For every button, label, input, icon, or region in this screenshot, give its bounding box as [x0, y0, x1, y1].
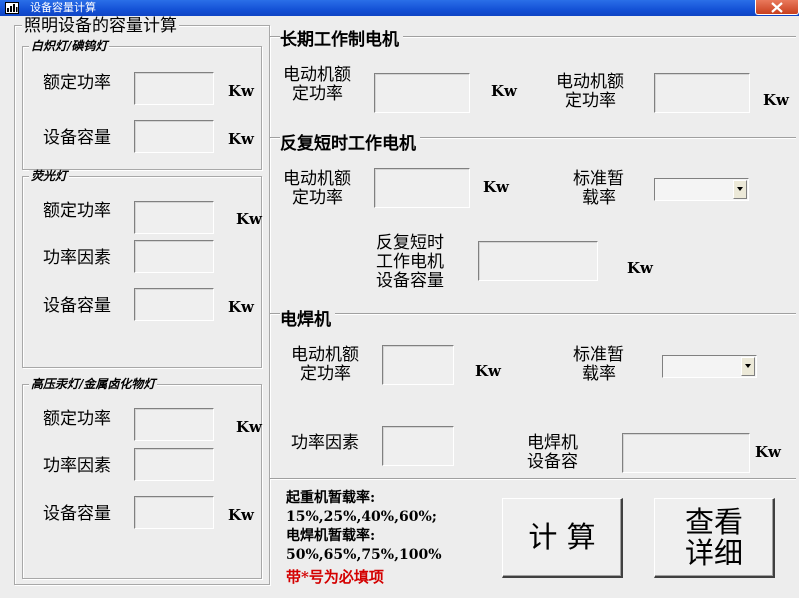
long-term-rated-power-2-input[interactable]: [654, 73, 750, 113]
repeated-duty-label-1: 标准暂: [573, 169, 624, 189]
section-divider-welder: [270, 313, 796, 315]
repeated-rated-power-label-2: 定功率: [292, 188, 343, 208]
fluorescent-group-title: 荧光灯: [29, 169, 70, 183]
welder-capacity-input[interactable]: [622, 433, 750, 473]
close-button[interactable]: [755, 0, 799, 15]
hid-rated-power-unit: Kw: [236, 418, 262, 436]
title-bar: 设备容量计算: [0, 0, 799, 16]
chevron-down-icon: [737, 187, 743, 191]
note-welder-duty-values: 50%,65%,75%,100%: [286, 547, 442, 563]
hid-power-factor-label: 功率因素: [43, 456, 111, 476]
welder-rated-power-unit: Kw: [475, 362, 501, 380]
repeated-rated-power-label-1: 电动机额: [283, 169, 351, 189]
incandescent-capacity-label: 设备容量: [43, 128, 111, 148]
long-term-motor-title: 长期工作制电机: [280, 25, 403, 50]
fluorescent-capacity-unit: Kw: [228, 298, 254, 316]
hid-capacity-input[interactable]: [134, 496, 214, 529]
fluorescent-rated-power-unit: Kw: [236, 210, 262, 228]
incandescent-rated-power-label: 额定功率: [43, 73, 111, 93]
welder-power-factor-label: 功率因素: [291, 433, 359, 453]
repeated-capacity-input[interactable]: [478, 241, 598, 281]
note-crane-duty-label: 起重机暂载率:: [286, 490, 376, 506]
long-term-rated-power-2-label-1: 电动机额: [556, 72, 624, 92]
hid-power-factor-input[interactable]: [134, 448, 214, 481]
calculate-button[interactable]: 计 算: [502, 498, 623, 578]
section-divider-notes: [270, 478, 796, 480]
fluorescent-rated-power-label: 额定功率: [43, 201, 111, 221]
long-term-rated-power-label-1: 电动机额: [283, 65, 351, 85]
welder-duty-label-2: 载率: [582, 364, 616, 384]
welder-rated-power-input[interactable]: [382, 345, 454, 385]
hid-capacity-label: 设备容量: [43, 504, 111, 524]
lighting-group-title: 照明设备的容量计算: [22, 16, 179, 36]
close-icon: [771, 2, 783, 13]
welder-capacity-label-2: 设备容: [527, 452, 578, 472]
repeated-duty-select[interactable]: [654, 178, 749, 201]
welder-rated-power-label-2: 定功率: [300, 364, 351, 384]
welder-duty-label-1: 标准暂: [573, 345, 624, 365]
repeated-rated-power-input[interactable]: [374, 168, 470, 208]
repeated-capacity-label-1: 反复短时: [376, 233, 444, 253]
welder-capacity-unit: Kw: [755, 443, 781, 461]
hid-rated-power-input[interactable]: [134, 408, 214, 441]
welder-rated-power-label-1: 电动机额: [291, 345, 359, 365]
view-details-button[interactable]: 查看 详细: [654, 498, 775, 578]
fluorescent-capacity-label: 设备容量: [43, 296, 111, 316]
welder-duty-dropdown-button[interactable]: [741, 357, 755, 376]
hid-lamp-group-title: 高压汞灯/金属卤化物灯: [29, 377, 158, 391]
long-term-rated-power-label-2: 定功率: [292, 84, 343, 104]
incandescent-capacity-unit: Kw: [228, 130, 254, 148]
hid-capacity-unit: Kw: [228, 506, 254, 524]
required-fields-note: 带*号为必填项: [286, 568, 384, 586]
window-client: 照明设备的容量计算 白炽灯/碘钨灯 额定功率 Kw 设备容量 Kw 荧光灯 额定…: [0, 16, 799, 598]
repeated-capacity-label-3: 设备容量: [376, 271, 444, 291]
window-title: 设备容量计算: [30, 1, 96, 14]
welder-duty-select[interactable]: [662, 355, 757, 378]
fluorescent-rated-power-input[interactable]: [134, 201, 214, 234]
incandescent-rated-power-unit: Kw: [228, 82, 254, 100]
fluorescent-power-factor-input[interactable]: [134, 240, 214, 273]
note-crane-duty-values: 15%,25%,40%,60%;: [286, 509, 437, 525]
repeated-duty-dropdown-button[interactable]: [733, 180, 747, 199]
welder-power-factor-input[interactable]: [382, 426, 454, 466]
repeated-rated-power-unit: Kw: [483, 178, 509, 196]
welder-capacity-label-1: 电焊机: [527, 433, 578, 453]
incandescent-rated-power-input[interactable]: [134, 72, 214, 105]
repeated-motor-title: 反复短时工作电机: [280, 129, 420, 154]
long-term-rated-power-unit: Kw: [491, 82, 517, 100]
chevron-down-icon: [745, 364, 751, 368]
app-icon: [5, 2, 19, 14]
incandescent-capacity-input[interactable]: [134, 120, 214, 153]
note-welder-duty-label: 电焊机暂载率:: [286, 528, 376, 544]
repeated-duty-label-2: 载率: [582, 188, 616, 208]
welder-title: 电焊机: [280, 305, 335, 330]
long-term-rated-power-input[interactable]: [374, 73, 470, 113]
long-term-rated-power-2-label-2: 定功率: [565, 91, 616, 111]
hid-rated-power-label: 额定功率: [43, 409, 111, 429]
long-term-rated-power-2-unit: Kw: [763, 91, 789, 109]
fluorescent-power-factor-label: 功率因素: [43, 248, 111, 268]
repeated-capacity-unit: Kw: [627, 259, 653, 277]
fluorescent-capacity-input[interactable]: [134, 288, 214, 321]
repeated-capacity-label-2: 工作电机: [376, 252, 444, 272]
incandescent-group-title: 白炽灯/碘钨灯: [29, 39, 110, 53]
